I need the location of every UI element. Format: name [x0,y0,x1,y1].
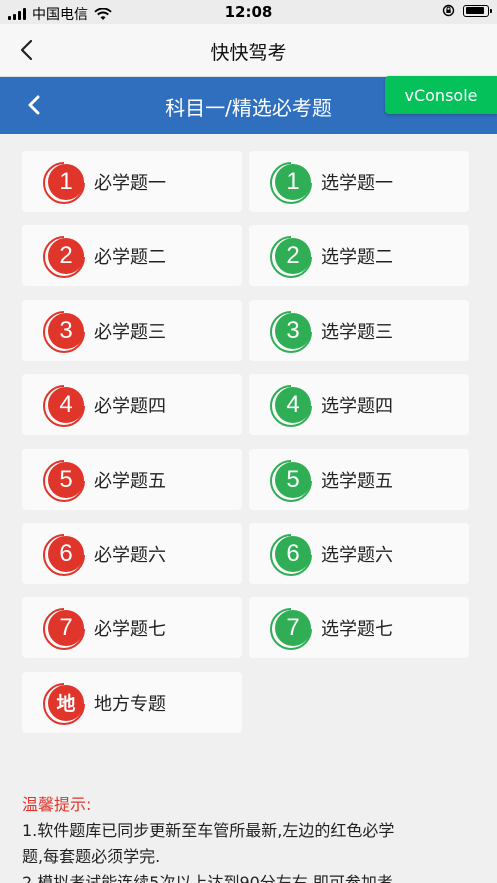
badge-number: 地 [48,684,84,721]
nav-title: 快快驾考 [210,42,287,64]
set-label: 必学题四 [94,396,166,418]
badge-number: 1 [275,164,311,200]
badge-number: 3 [48,312,84,349]
set-label: 选学题一 [321,173,393,194]
number-badge-icon: 3 [42,309,88,355]
number-badge-icon: 地 [42,681,88,727]
required-set-2[interactable]: 2 必学题二 [22,225,242,287]
nav-bar: 快快驾考 [0,24,497,77]
badge-number: 4 [48,387,84,424]
badge-number: 4 [275,387,311,424]
tips-line-3: 2.模拟考试能连续5次以上达到90分左右,即可参加考 [22,873,393,883]
number-badge-icon: 3 [269,309,315,355]
set-label: 必学题三 [94,321,166,343]
optional-set-5[interactable]: 5 选学题五 [249,448,469,510]
required-set-1[interactable]: 1 必学题一 [22,151,242,212]
tips-section: 温馨提示: 1.软件题库已同步更新至车管所最新,左边的红色必学 题,每套题必须学… [22,792,482,883]
set-label: 必学题七 [94,619,166,641]
number-badge-icon: 1 [269,160,315,206]
number-badge-icon: 6 [269,532,315,578]
set-label: 必学题五 [94,470,166,492]
number-badge-icon: 5 [269,458,315,504]
number-badge-icon: 5 [42,458,88,504]
number-badge-icon: 7 [269,606,315,652]
badge-number: 6 [48,536,84,572]
number-badge-icon: 1 [42,160,88,206]
set-label: 选学题二 [321,247,393,269]
set-label: 选学题六 [321,545,393,566]
set-label: 选学题四 [321,396,393,418]
tips-title: 温馨提示: [22,795,92,814]
badge-number: 5 [275,461,311,498]
vconsole-button[interactable]: vConsole [385,76,497,114]
number-badge-icon: 7 [42,606,88,652]
set-label: 必学题二 [94,247,166,269]
set-label: 必学题一 [94,173,166,194]
set-label: 选学题五 [321,470,393,492]
badge-number: 5 [48,461,84,498]
set-label: 选学题三 [321,321,393,343]
number-badge-icon: 4 [269,383,315,429]
optional-set-2[interactable]: 2 选学题二 [249,225,469,287]
orientation-lock-icon [442,4,455,17]
set-label: 必学题六 [94,545,166,566]
required-set-8[interactable]: 地地方专题 [22,671,242,733]
required-set-4[interactable]: 4 必学题四 [22,374,242,436]
optional-set-6[interactable]: 6 选学题六 [249,523,469,584]
number-badge-icon: 2 [42,234,88,280]
optional-set-3[interactable]: 3 选学题三 [249,299,469,361]
badge-number: 1 [48,164,84,200]
number-badge-icon: 6 [42,532,88,578]
battery-icon [463,4,492,17]
battery-fill [465,7,485,14]
required-set-5[interactable]: 5 必学题五 [22,448,242,510]
badge-number: 3 [275,312,311,349]
required-set-7[interactable]: 7 必学题七 [22,597,242,659]
number-badge-icon: 4 [42,383,88,429]
required-set-3[interactable]: 3 必学题三 [22,299,242,361]
optional-set-4[interactable]: 4 选学题四 [249,374,469,436]
required-set-6[interactable]: 6 必学题六 [22,523,242,584]
set-label: 选学题七 [321,619,393,641]
status-bar: 中国电信 12:08 [0,0,497,24]
optional-set-1[interactable]: 1 选学题一 [249,151,469,212]
status-time: 12:08 [224,3,273,21]
number-badge-icon: 2 [269,234,315,280]
tips-line-1: 1.软件题库已同步更新至车管所最新,左边的红色必学 [22,821,395,840]
badge-number: 6 [275,536,311,572]
optional-set-7[interactable]: 7 选学题七 [249,597,469,659]
tips-line-2: 题,每套题必须学完. [22,847,161,866]
set-label: 地方专题 [94,693,166,715]
status-right [442,4,492,17]
